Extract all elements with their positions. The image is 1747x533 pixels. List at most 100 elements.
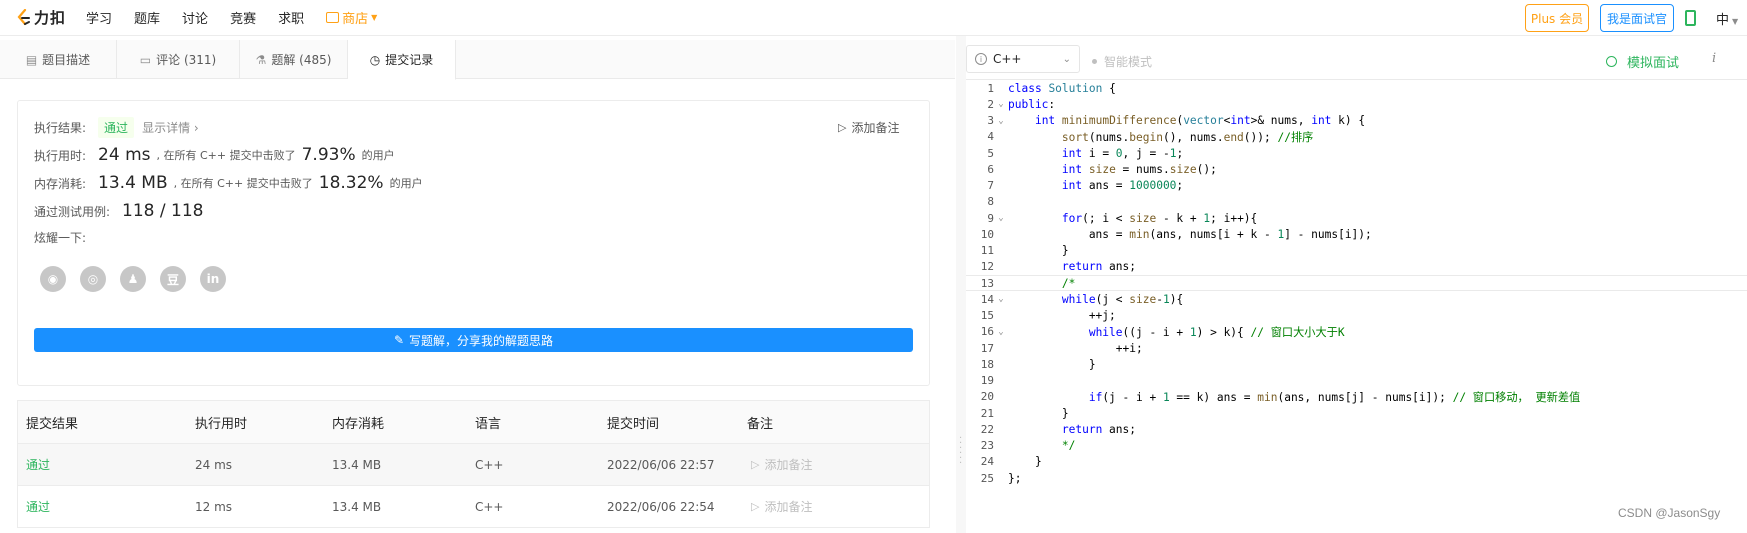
- memory-row: 内存消耗: 13.4 MB , 在所有 C++ 提交中击败了 18.32% 的用…: [34, 173, 423, 193]
- runtime-users-text: 的用户: [361, 149, 395, 162]
- language-select[interactable]: i C++ ⌄: [966, 45, 1080, 73]
- tab-submissions[interactable]: ◷ 提交记录: [348, 40, 456, 80]
- smart-mode-toggle[interactable]: 智能模式: [1092, 53, 1152, 70]
- add-note-label: 添加备注: [764, 500, 813, 514]
- line-number: 3: [987, 114, 994, 127]
- line-number: 12: [980, 260, 994, 274]
- write-solution-button[interactable]: ✎ 写题解，分享我的解题思路: [34, 328, 913, 352]
- tab-description[interactable]: ▤ 题目描述: [0, 40, 117, 79]
- code-line[interactable]: 24 }: [966, 454, 1747, 470]
- code-line[interactable]: 22 return ans;: [966, 421, 1747, 437]
- code-line[interactable]: 19: [966, 373, 1747, 389]
- table-row[interactable]: 通过 12 ms 13.4 MB C++ 2022/06/06 22:54 ▷ …: [17, 486, 930, 528]
- nav-link-jobs[interactable]: 求职: [278, 8, 304, 27]
- code-line[interactable]: 10 ans = min(ans, nums[i + k - 1] - nums…: [966, 226, 1747, 242]
- code-line[interactable]: 6 int size = nums.size();: [966, 161, 1747, 177]
- tab-solutions[interactable]: ⚗ 题解 (485): [240, 40, 348, 79]
- code-line[interactable]: 25};: [966, 470, 1747, 486]
- code-text: */: [1061, 439, 1076, 452]
- mock-interview-button[interactable]: 模拟面试: [1606, 52, 1679, 71]
- fold-chevron-icon[interactable]: ⌄: [994, 213, 1008, 223]
- runtime-percent: 7.93%: [301, 145, 356, 165]
- line-number: 19: [980, 374, 994, 387]
- code-line[interactable]: 9 ⌄ for(; i < size - k + 1; i++){: [966, 210, 1747, 226]
- mobile-icon[interactable]: [1685, 10, 1696, 26]
- header-result: 提交结果: [26, 416, 79, 432]
- tab-comments[interactable]: ▭ 评论 (311): [117, 40, 240, 79]
- runtime-cell: 12 ms: [195, 499, 233, 514]
- line-number: 11: [980, 244, 994, 257]
- code-text: int i = 0, j = -1;: [1061, 146, 1184, 160]
- pane-splitter[interactable]: · · · · · ·: [956, 36, 966, 533]
- plus-member-button[interactable]: Plus 会员: [1525, 4, 1589, 32]
- code-line[interactable]: 18 }: [966, 356, 1747, 372]
- code-line[interactable]: 15 ++j;: [966, 308, 1747, 324]
- language-switch[interactable]: 中 ▼: [1716, 9, 1738, 28]
- runtime-row: 执行用时: 24 ms , 在所有 C++ 提交中击败了 7.93% 的用户: [34, 145, 395, 165]
- code-line[interactable]: 7 int ans = 1000000;: [966, 178, 1747, 194]
- info-icon[interactable]: i: [1712, 51, 1716, 66]
- wechat-icon[interactable]: ◉: [40, 266, 66, 292]
- add-note-button[interactable]: ▷ 添加备注: [751, 498, 812, 515]
- linkedin-icon[interactable]: in: [200, 266, 226, 292]
- nav-link-contest[interactable]: 竞赛: [230, 8, 256, 27]
- code-text: while(j < size-1){: [1061, 292, 1184, 306]
- douban-icon[interactable]: 豆: [160, 266, 186, 292]
- code-text: sort(nums.begin(), nums.end()); //排序: [1061, 130, 1314, 144]
- fold-chevron-icon[interactable]: ⌄: [994, 327, 1008, 337]
- testcases-value: 118 / 118: [122, 201, 204, 221]
- line-number: 25: [980, 471, 994, 485]
- fold-chevron-icon[interactable]: ⌄: [994, 99, 1008, 109]
- code-line[interactable]: 20 if(j - i + 1 == k) ans = min(ans, num…: [966, 389, 1747, 405]
- nav-link-learn[interactable]: 学习: [86, 8, 112, 27]
- weibo-icon[interactable]: ◎: [80, 266, 106, 292]
- runtime-beat-text: , 在所有 C++ 提交中击败了: [156, 149, 296, 162]
- leetcode-logo[interactable]: 力扣: [16, 7, 66, 28]
- submissions-table: 提交结果 执行用时 内存消耗 语言 提交时间 备注 通过 24 ms 13.4 …: [17, 400, 930, 528]
- code-line[interactable]: 4 sort(nums.begin(), nums.end()); //排序: [966, 129, 1747, 145]
- nav-link-problems[interactable]: 题库: [134, 8, 160, 27]
- store-label: 商店: [342, 12, 369, 27]
- code-line[interactable]: 1 class Solution {: [966, 80, 1747, 96]
- write-solution-label: 写题解，分享我的解题思路: [409, 333, 554, 348]
- nav-store[interactable]: 商店 ▼: [326, 8, 377, 27]
- memory-users-text: 的用户: [389, 177, 423, 190]
- result-link[interactable]: 通过: [26, 498, 50, 515]
- store-icon: [326, 12, 340, 23]
- code-line[interactable]: 23 */: [966, 438, 1747, 454]
- runtime-cell: 24 ms: [195, 457, 233, 472]
- code-line[interactable]: 14 ⌄ while(j < size-1){: [966, 291, 1747, 307]
- result-link[interactable]: 通过: [26, 456, 50, 473]
- code-line[interactable]: 2 ⌄ public:: [966, 96, 1747, 112]
- runtime-label: 执行用时:: [34, 148, 87, 163]
- qq-icon[interactable]: ♟: [120, 266, 146, 292]
- doc-icon: ▤: [25, 52, 38, 67]
- code-line[interactable]: 11 }: [966, 243, 1747, 259]
- code-line[interactable]: 13 /*: [966, 275, 1747, 291]
- nav-link-discuss[interactable]: 讨论: [182, 8, 208, 27]
- problem-tabs: ▤ 题目描述 ▭ 评论 (311) ⚗ 题解 (485) ◷ 提交记录: [0, 40, 955, 80]
- code-line[interactable]: 8: [966, 194, 1747, 210]
- share-icons: ◉ ◎ ♟ 豆 in: [40, 266, 240, 292]
- code-line[interactable]: 5 int i = 0, j = -1;: [966, 145, 1747, 161]
- show-details-link[interactable]: 显示详情 ›: [142, 119, 199, 136]
- table-row[interactable]: 通过 24 ms 13.4 MB C++ 2022/06/06 22:57 ▷ …: [17, 444, 930, 486]
- code-line[interactable]: 21 }: [966, 405, 1747, 421]
- fold-chevron-icon[interactable]: ⌄: [994, 116, 1008, 126]
- add-note-button[interactable]: ▷ 添加备注: [751, 456, 812, 473]
- code-line[interactable]: 17 ++i;: [966, 340, 1747, 356]
- code-line[interactable]: 3 ⌄ int minimumDifference(vector<int>& nu…: [966, 113, 1747, 129]
- header-note: 备注: [747, 416, 774, 432]
- code-line[interactable]: 16 ⌄ while((j - i + 1) > k){ // 窗口大小大于K: [966, 324, 1747, 340]
- leetcode-logo-icon: [17, 8, 30, 25]
- fold-chevron-icon[interactable]: ⌄: [994, 294, 1008, 304]
- status-row: 执行结果: 通过 显示详情 ›: [34, 117, 199, 138]
- flag-icon: ▷: [751, 458, 760, 471]
- header-submit-time: 提交时间: [607, 416, 660, 432]
- table-header: 提交结果 执行用时 内存消耗 语言 提交时间 备注: [17, 400, 930, 444]
- add-note-button[interactable]: ▷ 添加备注: [838, 119, 899, 136]
- code-text: public:: [1008, 97, 1056, 111]
- code-editor[interactable]: 1 class Solution {2 ⌄ public: 3 ⌄ int minimum…: [966, 80, 1747, 533]
- code-line[interactable]: 12 return ans;: [966, 259, 1747, 275]
- interviewer-button[interactable]: 我是面试官: [1600, 4, 1674, 32]
